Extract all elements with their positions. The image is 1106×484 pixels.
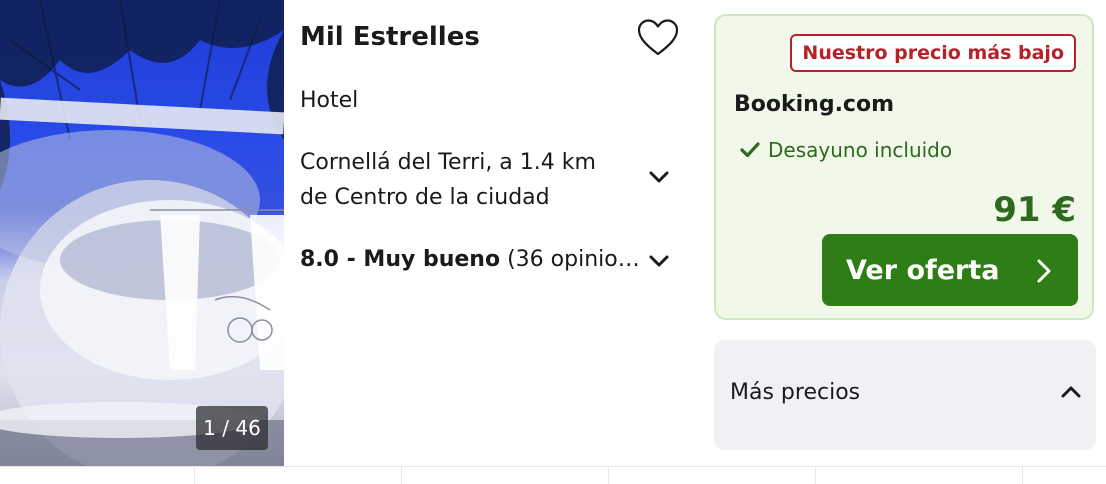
location-expand-button[interactable] [646,164,672,190]
heart-outline-icon [637,19,679,56]
hotel-location: Cornellá del Terri, a 1.4 km de Centro d… [300,145,640,215]
lowest-price-badge: Nuestro precio más bajo [790,34,1076,72]
view-offer-label: Ver oferta [846,254,1000,286]
view-offer-button[interactable]: Ver oferta [822,234,1078,306]
rating-summary[interactable]: 8.0 - Muy bueno (36 opiniones) [300,247,640,272]
more-prices-label: Más precios [730,380,861,405]
breakfast-label: Desayuno incluido [768,138,953,162]
photo-counter: 1 / 46 [196,406,268,450]
check-icon [740,142,760,158]
divider-tick [815,467,816,484]
hotel-result-card: 1 / 46 Mil Estrelles Hotel Cornellá del … [0,0,1106,484]
best-offer-box: Nuestro precio más bajo Booking.com Desa… [714,14,1094,320]
more-prices-toggle[interactable]: Más precios [714,340,1096,450]
hotel-photo[interactable]: 1 / 46 [0,0,284,466]
chevron-right-icon [1037,259,1051,283]
hotel-name[interactable]: Mil Estrelles [300,22,480,52]
chevron-down-icon [649,255,669,267]
divider-tick [401,467,402,484]
location-line-1: Cornellá del Terri, a 1.4 km [300,150,596,175]
offer-provider: Booking.com [734,92,895,117]
rating-score: 8.0 - Muy bueno [300,247,501,272]
divider-tick [194,467,195,484]
divider-tick [1022,467,1023,484]
divider-tick [608,467,609,484]
hotel-photo-image [0,0,284,466]
location-line-2: de Centro de la ciudad [300,185,550,210]
rating-expand-button[interactable] [646,248,672,274]
accommodation-type: Hotel [300,88,359,113]
favorite-button[interactable] [636,18,680,58]
card-bottom-divider [0,466,1106,467]
rating-count: (36 opiniones) [507,247,640,272]
chevron-down-icon [649,171,669,183]
breakfast-included: Desayuno incluido [740,138,952,162]
chevron-up-icon [1061,386,1081,398]
offer-price: 91 € [993,190,1076,230]
